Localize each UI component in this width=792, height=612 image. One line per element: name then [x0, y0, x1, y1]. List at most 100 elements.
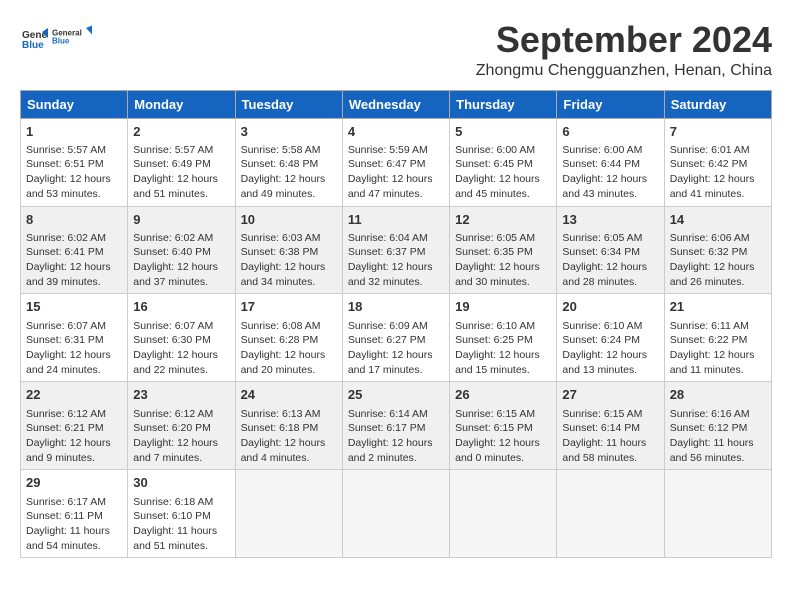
sunset-text: Sunset: 6:37 PM: [348, 245, 444, 260]
sunrise-text: Sunrise: 5:58 AM: [241, 143, 337, 158]
daylight-text: Daylight: 12 hours and 20 minutes.: [241, 348, 337, 377]
daylight-text: Daylight: 12 hours and 53 minutes.: [26, 172, 122, 201]
calendar-cell: 7Sunrise: 6:01 AMSunset: 6:42 PMDaylight…: [664, 118, 771, 206]
sunrise-text: Sunrise: 6:05 AM: [562, 231, 658, 246]
calendar-cell: 14Sunrise: 6:06 AMSunset: 6:32 PMDayligh…: [664, 206, 771, 294]
calendar-cell: [450, 470, 557, 558]
sunset-text: Sunset: 6:51 PM: [26, 157, 122, 172]
sunrise-text: Sunrise: 6:12 AM: [26, 407, 122, 422]
daylight-text: Daylight: 12 hours and 17 minutes.: [348, 348, 444, 377]
calendar-cell: 30Sunrise: 6:18 AMSunset: 6:10 PMDayligh…: [128, 470, 235, 558]
calendar-cell: 27Sunrise: 6:15 AMSunset: 6:14 PMDayligh…: [557, 382, 664, 470]
sunrise-text: Sunrise: 5:59 AM: [348, 143, 444, 158]
day-number: 8: [26, 211, 122, 229]
day-number: 17: [241, 298, 337, 316]
sunset-text: Sunset: 6:32 PM: [670, 245, 766, 260]
sunrise-text: Sunrise: 6:12 AM: [133, 407, 229, 422]
calendar-cell: 4Sunrise: 5:59 AMSunset: 6:47 PMDaylight…: [342, 118, 449, 206]
col-header-thursday: Thursday: [450, 90, 557, 118]
day-number: 2: [133, 123, 229, 141]
sunset-text: Sunset: 6:38 PM: [241, 245, 337, 260]
day-number: 26: [455, 386, 551, 404]
calendar-cell: 22Sunrise: 6:12 AMSunset: 6:21 PMDayligh…: [21, 382, 128, 470]
sunrise-text: Sunrise: 6:11 AM: [670, 319, 766, 334]
calendar-cell: 17Sunrise: 6:08 AMSunset: 6:28 PMDayligh…: [235, 294, 342, 382]
day-number: 22: [26, 386, 122, 404]
sunrise-text: Sunrise: 6:16 AM: [670, 407, 766, 422]
title-area: September 2024 Zhongmu Chengguanzhen, He…: [476, 20, 772, 80]
day-number: 10: [241, 211, 337, 229]
day-number: 1: [26, 123, 122, 141]
day-number: 18: [348, 298, 444, 316]
daylight-text: Daylight: 12 hours and 51 minutes.: [133, 172, 229, 201]
calendar-cell: 5Sunrise: 6:00 AMSunset: 6:45 PMDaylight…: [450, 118, 557, 206]
sunrise-text: Sunrise: 6:00 AM: [562, 143, 658, 158]
sunset-text: Sunset: 6:14 PM: [562, 421, 658, 436]
calendar-cell: [557, 470, 664, 558]
calendar-cell: 20Sunrise: 6:10 AMSunset: 6:24 PMDayligh…: [557, 294, 664, 382]
day-number: 9: [133, 211, 229, 229]
week-row-2: 8Sunrise: 6:02 AMSunset: 6:41 PMDaylight…: [21, 206, 772, 294]
daylight-text: Daylight: 12 hours and 39 minutes.: [26, 260, 122, 289]
sunset-text: Sunset: 6:18 PM: [241, 421, 337, 436]
week-row-4: 22Sunrise: 6:12 AMSunset: 6:21 PMDayligh…: [21, 382, 772, 470]
calendar-cell: [664, 470, 771, 558]
sunrise-text: Sunrise: 6:07 AM: [26, 319, 122, 334]
sunset-text: Sunset: 6:27 PM: [348, 333, 444, 348]
calendar-cell: 13Sunrise: 6:05 AMSunset: 6:34 PMDayligh…: [557, 206, 664, 294]
day-number: 29: [26, 474, 122, 492]
logo-graphic: General Blue: [52, 20, 92, 56]
sunrise-text: Sunrise: 6:07 AM: [133, 319, 229, 334]
calendar-table: SundayMondayTuesdayWednesdayThursdayFrid…: [20, 90, 772, 559]
calendar-cell: 24Sunrise: 6:13 AMSunset: 6:18 PMDayligh…: [235, 382, 342, 470]
calendar-cell: 23Sunrise: 6:12 AMSunset: 6:20 PMDayligh…: [128, 382, 235, 470]
calendar-cell: 9Sunrise: 6:02 AMSunset: 6:40 PMDaylight…: [128, 206, 235, 294]
daylight-text: Daylight: 12 hours and 2 minutes.: [348, 436, 444, 465]
calendar-cell: 12Sunrise: 6:05 AMSunset: 6:35 PMDayligh…: [450, 206, 557, 294]
sunrise-text: Sunrise: 6:00 AM: [455, 143, 551, 158]
sunrise-text: Sunrise: 6:04 AM: [348, 231, 444, 246]
calendar-cell: 6Sunrise: 6:00 AMSunset: 6:44 PMDaylight…: [557, 118, 664, 206]
header-row: SundayMondayTuesdayWednesdayThursdayFrid…: [21, 90, 772, 118]
daylight-text: Daylight: 12 hours and 15 minutes.: [455, 348, 551, 377]
calendar-cell: 11Sunrise: 6:04 AMSunset: 6:37 PMDayligh…: [342, 206, 449, 294]
calendar-cell: [342, 470, 449, 558]
col-header-monday: Monday: [128, 90, 235, 118]
daylight-text: Daylight: 12 hours and 0 minutes.: [455, 436, 551, 465]
sunset-text: Sunset: 6:31 PM: [26, 333, 122, 348]
day-number: 15: [26, 298, 122, 316]
sunrise-text: Sunrise: 6:05 AM: [455, 231, 551, 246]
week-row-5: 29Sunrise: 6:17 AMSunset: 6:11 PMDayligh…: [21, 470, 772, 558]
day-number: 4: [348, 123, 444, 141]
sunset-text: Sunset: 6:40 PM: [133, 245, 229, 260]
daylight-text: Daylight: 11 hours and 56 minutes.: [670, 436, 766, 465]
sunset-text: Sunset: 6:41 PM: [26, 245, 122, 260]
svg-text:Blue: Blue: [52, 37, 70, 46]
sunset-text: Sunset: 6:17 PM: [348, 421, 444, 436]
sunset-text: Sunset: 6:15 PM: [455, 421, 551, 436]
daylight-text: Daylight: 12 hours and 30 minutes.: [455, 260, 551, 289]
daylight-text: Daylight: 12 hours and 9 minutes.: [26, 436, 122, 465]
sunset-text: Sunset: 6:28 PM: [241, 333, 337, 348]
daylight-text: Daylight: 12 hours and 13 minutes.: [562, 348, 658, 377]
sunset-text: Sunset: 6:25 PM: [455, 333, 551, 348]
col-header-saturday: Saturday: [664, 90, 771, 118]
sunset-text: Sunset: 6:12 PM: [670, 421, 766, 436]
calendar-cell: 21Sunrise: 6:11 AMSunset: 6:22 PMDayligh…: [664, 294, 771, 382]
location-title: Zhongmu Chengguanzhen, Henan, China: [476, 62, 772, 80]
day-number: 24: [241, 386, 337, 404]
sunrise-text: Sunrise: 6:09 AM: [348, 319, 444, 334]
day-number: 5: [455, 123, 551, 141]
sunset-text: Sunset: 6:22 PM: [670, 333, 766, 348]
day-number: 27: [562, 386, 658, 404]
day-number: 30: [133, 474, 229, 492]
sunset-text: Sunset: 6:47 PM: [348, 157, 444, 172]
sunset-text: Sunset: 6:45 PM: [455, 157, 551, 172]
calendar-cell: 8Sunrise: 6:02 AMSunset: 6:41 PMDaylight…: [21, 206, 128, 294]
sunrise-text: Sunrise: 6:06 AM: [670, 231, 766, 246]
daylight-text: Daylight: 11 hours and 58 minutes.: [562, 436, 658, 465]
daylight-text: Daylight: 11 hours and 54 minutes.: [26, 524, 122, 553]
sunrise-text: Sunrise: 6:17 AM: [26, 495, 122, 510]
day-number: 13: [562, 211, 658, 229]
day-number: 28: [670, 386, 766, 404]
